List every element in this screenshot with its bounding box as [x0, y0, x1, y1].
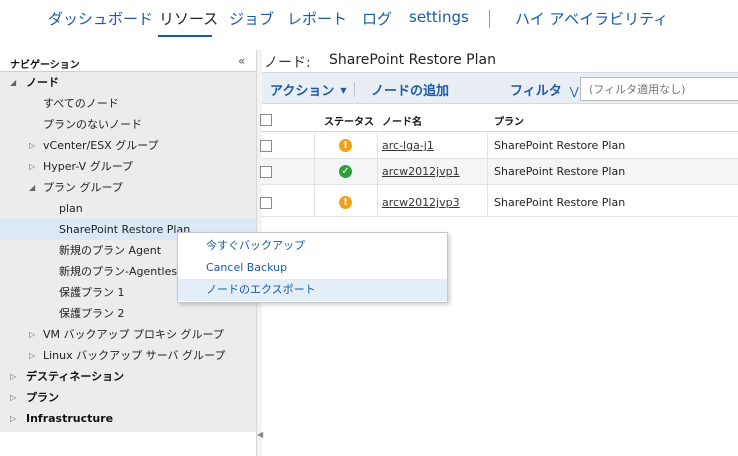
- node-name-link[interactable]: arcw2012jvp1: [382, 165, 460, 178]
- table-row[interactable]: ! arcw2012jvp3 SharePoint Restore Plan: [260, 185, 738, 217]
- node-toolbar: アクション ▼ ノードの追加 フィルタ ⋁: [262, 72, 738, 104]
- tree-item-plan-group[interactable]: ◢ プラン グループ: [0, 177, 256, 198]
- column-divider: [377, 159, 378, 185]
- tree-item-vcenter-esx-group[interactable]: ▷ vCenter/ESX グループ: [0, 135, 256, 156]
- collapsed-arrow-icon[interactable]: ▷: [10, 408, 16, 429]
- expanded-arrow-icon[interactable]: ◢: [10, 72, 16, 93]
- node-name-link[interactable]: arcw2012jvp3: [382, 196, 460, 209]
- select-all-checkbox[interactable]: [260, 114, 272, 126]
- tree-item-label: Infrastructure: [26, 412, 114, 425]
- menu-item-cancel-backup[interactable]: Cancel Backup: [178, 257, 447, 279]
- navigation-header: ナビゲーション «: [0, 50, 256, 72]
- page-title: ノード: SharePoint Restore Plan: [264, 52, 496, 72]
- double-chevron-down-icon: ⋁: [569, 85, 579, 98]
- tree-item-all-nodes[interactable]: すべてのノード: [0, 93, 256, 114]
- collapsed-arrow-icon[interactable]: ▷: [29, 156, 35, 177]
- page-title-plan-name: SharePoint Restore Plan: [329, 52, 496, 68]
- tree-item-label: SharePoint Restore Plan: [59, 223, 191, 236]
- tree-item-destinations[interactable]: ▷ デスティネーション: [0, 366, 256, 387]
- collapsed-arrow-icon[interactable]: ▷: [29, 324, 35, 345]
- column-header-node-name[interactable]: ノード名: [382, 113, 422, 128]
- filter-input[interactable]: [580, 77, 738, 101]
- row-checkbox[interactable]: [260, 140, 272, 152]
- collapsed-arrow-icon[interactable]: ▷: [29, 345, 35, 366]
- warning-status-icon: !: [339, 196, 352, 209]
- context-menu: 今すぐバックアップ Cancel Backup ノードのエクスポート: [177, 232, 448, 303]
- add-node-button[interactable]: ノードの追加: [371, 80, 449, 99]
- tree-item-nodes-without-plan[interactable]: プランのないノード: [0, 114, 256, 135]
- warning-status-icon: !: [339, 139, 352, 152]
- column-divider: [487, 133, 488, 159]
- tree-item-label: デスティネーション: [26, 370, 125, 383]
- nav-separator: [489, 10, 490, 28]
- collapsed-arrow-icon[interactable]: ▷: [29, 135, 35, 156]
- nav-reports[interactable]: レポート: [287, 8, 347, 29]
- tree-item-label: プラン: [26, 391, 59, 404]
- tree-item-label: Linux バックアップ サーバ グループ: [43, 349, 226, 362]
- toolbar-separator: [354, 82, 355, 97]
- double-chevron-left-icon[interactable]: «: [238, 54, 245, 68]
- filter-label: フィルタ: [510, 84, 562, 99]
- column-divider: [314, 159, 315, 185]
- nav-logs[interactable]: ログ: [362, 8, 392, 29]
- tree-item-label: プランのないノード: [43, 118, 142, 131]
- nav-jobs[interactable]: ジョブ: [229, 8, 274, 29]
- action-menu-button[interactable]: アクション ▼: [270, 80, 347, 99]
- tree-item-plan[interactable]: plan: [0, 198, 256, 219]
- page-title-label: ノード:: [264, 55, 311, 71]
- action-menu-label: アクション: [270, 84, 335, 99]
- column-divider: [314, 133, 315, 159]
- tree-item-infrastructure[interactable]: ▷ Infrastructure: [0, 408, 256, 429]
- column-divider: [487, 185, 488, 217]
- expanded-arrow-icon[interactable]: ◢: [29, 177, 35, 198]
- tree-item-label: 保護プラン 2: [59, 307, 125, 320]
- tree-item-label: ノード: [26, 76, 59, 89]
- tree-item-label: 新規のプラン Agent: [59, 244, 162, 257]
- tree-item-label: plan: [59, 202, 83, 215]
- plan-cell: SharePoint Restore Plan: [494, 165, 626, 178]
- top-navigation: ダッシュボード リソース ジョブ レポート ログ settings ハイ アベイ…: [0, 0, 738, 40]
- tree-item-plans[interactable]: ▷ プラン: [0, 387, 256, 408]
- nav-high-availability[interactable]: ハイ アベイラビリティ: [515, 8, 668, 29]
- filter-button[interactable]: フィルタ ⋁: [510, 80, 579, 99]
- tree-item-nodes[interactable]: ◢ ノード: [0, 72, 256, 93]
- tree-item-label: プラン グループ: [43, 181, 123, 194]
- tree-item-protection-plan-2[interactable]: 保護プラン 2: [0, 303, 256, 324]
- menu-item-export-nodes[interactable]: ノードのエクスポート: [178, 279, 447, 301]
- tree-item-hyperv-group[interactable]: ▷ Hyper-V グループ: [0, 156, 256, 177]
- node-name-link[interactable]: arc-lga-j1: [382, 139, 434, 152]
- table-row[interactable]: ✓ arcw2012jvp1 SharePoint Restore Plan: [260, 159, 738, 185]
- table-row[interactable]: ! arc-lga-j1 SharePoint Restore Plan: [260, 133, 738, 159]
- nav-dashboard[interactable]: ダッシュボード: [48, 8, 153, 29]
- column-header-status[interactable]: ステータス: [324, 113, 374, 128]
- tree-item-linux-backup-server-group[interactable]: ▷ Linux バックアップ サーバ グループ: [0, 345, 256, 366]
- tree-item-label: vCenter/ESX グループ: [43, 139, 159, 152]
- tree-item-label: VM バックアップ プロキシ グループ: [43, 328, 224, 341]
- plan-cell: SharePoint Restore Plan: [494, 139, 626, 152]
- column-divider: [377, 133, 378, 159]
- plan-cell: SharePoint Restore Plan: [494, 196, 626, 209]
- column-divider: [377, 185, 378, 217]
- active-tab-underline: [158, 35, 212, 37]
- column-divider: [314, 185, 315, 217]
- column-header-plan[interactable]: プラン: [494, 113, 524, 128]
- collapsed-arrow-icon[interactable]: ▷: [10, 366, 16, 387]
- tree-item-label: 保護プラン 1: [59, 286, 125, 299]
- navigation-footer-space: [0, 432, 256, 456]
- navigation-title: ナビゲーション: [10, 60, 80, 71]
- row-checkbox[interactable]: [260, 166, 272, 178]
- nav-settings[interactable]: settings: [409, 8, 469, 26]
- column-divider: [487, 159, 488, 185]
- ok-status-icon: ✓: [339, 165, 352, 178]
- table-header: ステータス ノード名 プラン: [260, 105, 738, 132]
- caret-down-icon: ▼: [340, 86, 347, 95]
- tree-item-label: すべてのノード: [43, 97, 119, 110]
- tree-item-vm-backup-proxy-group[interactable]: ▷ VM バックアップ プロキシ グループ: [0, 324, 256, 345]
- nav-resources[interactable]: リソース: [159, 8, 218, 29]
- menu-item-backup-now[interactable]: 今すぐバックアップ: [178, 235, 447, 257]
- tree-item-label: 新規のプラン-Agentless: [59, 265, 183, 278]
- tree-item-label: Hyper-V グループ: [43, 160, 134, 173]
- collapsed-arrow-icon[interactable]: ▷: [10, 387, 16, 408]
- row-checkbox[interactable]: [260, 197, 272, 209]
